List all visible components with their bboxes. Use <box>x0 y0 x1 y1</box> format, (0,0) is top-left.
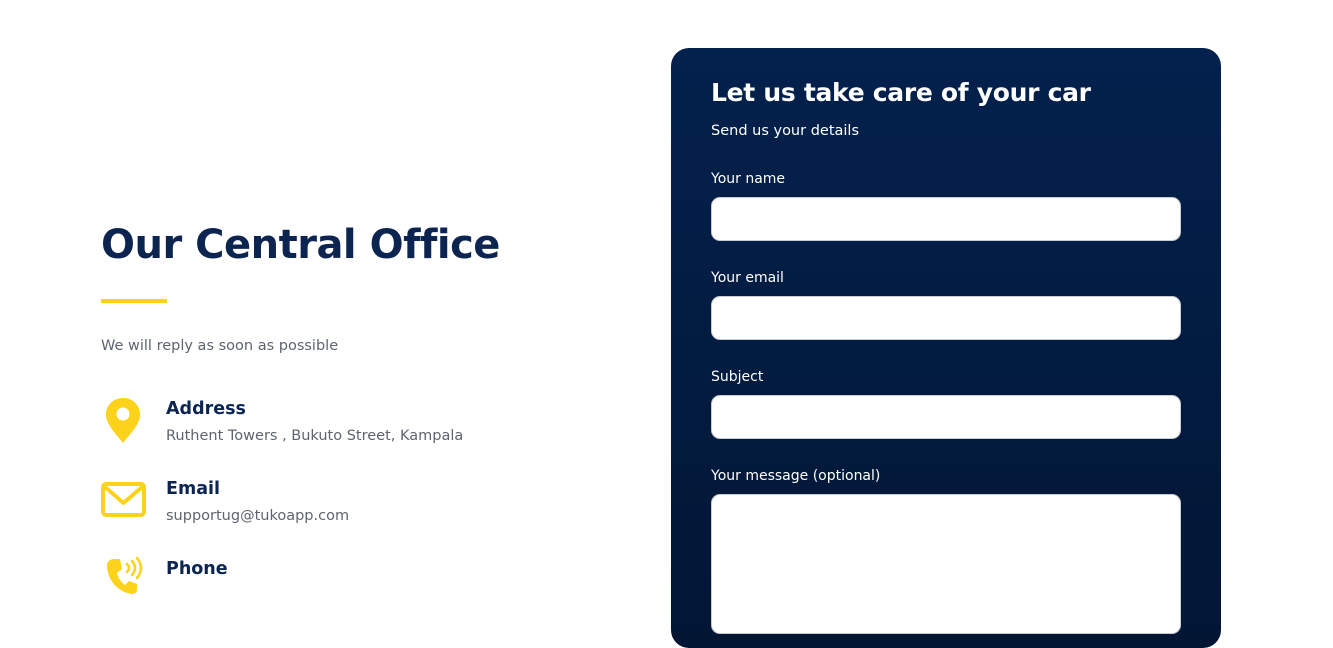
subject-input[interactable] <box>711 395 1181 439</box>
email-value[interactable]: supportug@tukoapp.com <box>166 507 349 525</box>
email-input[interactable] <box>711 296 1181 340</box>
message-textarea[interactable] <box>711 494 1181 634</box>
message-field-label: Your message (optional) <box>711 468 881 484</box>
email-label: Email <box>166 479 220 499</box>
location-pin-icon <box>101 396 147 446</box>
contact-form-card: Let us take care of your car Send us you… <box>671 48 1221 648</box>
mail-icon <box>101 476 147 526</box>
office-subtitle: We will reply as soon as possible <box>101 338 339 354</box>
phone-label: Phone <box>166 559 228 579</box>
phone-icon <box>101 556 147 606</box>
title-underline <box>101 299 167 303</box>
name-input[interactable] <box>711 197 1181 241</box>
email-field-label: Your email <box>711 270 784 286</box>
name-field-label: Your name <box>711 171 786 187</box>
address-value: Ruthent Towers , Bukuto Street, Kampala <box>166 428 464 444</box>
email-item: Email supportug@tukoapp.com <box>101 476 621 536</box>
form-subtitle: Send us your details <box>711 123 860 139</box>
address-label: Address <box>166 399 246 419</box>
phone-item: Phone <box>101 556 621 616</box>
address-item: Address Ruthent Towers , Bukuto Street, … <box>101 396 621 456</box>
subject-field-label: Subject <box>711 369 764 385</box>
office-title: Our Central Office <box>101 222 500 268</box>
form-title: Let us take care of your car <box>711 78 1091 107</box>
